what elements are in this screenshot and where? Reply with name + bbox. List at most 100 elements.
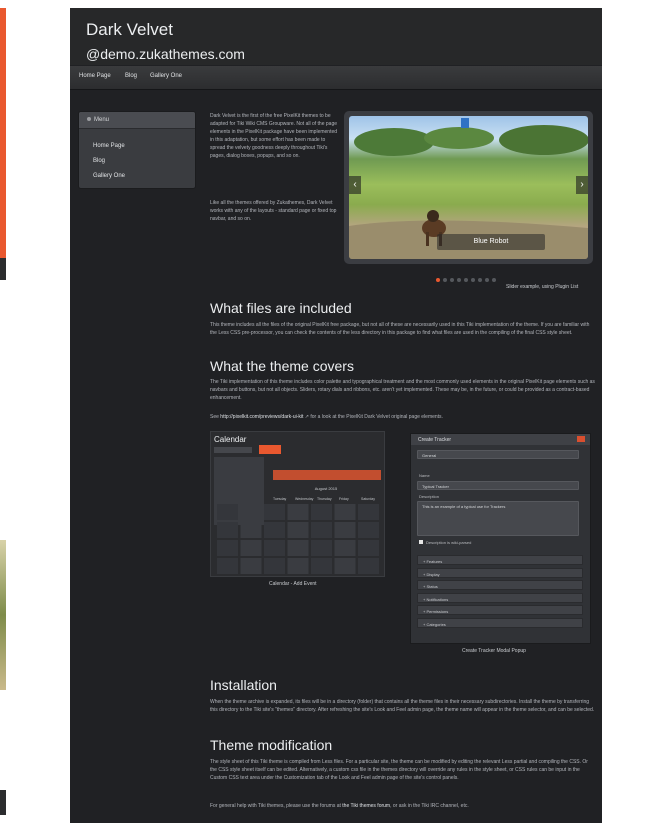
intro-paragraph-2: Like all the themes offered by Zukatheme… <box>210 200 337 222</box>
calendar-weekday-label: Tuesday <box>273 497 287 501</box>
left-accent-strip <box>0 8 6 258</box>
see-suffix: for a look at the PixelKit Dark Velvet o… <box>308 414 443 420</box>
pixelkit-link[interactable]: http://pixelkit.com/previews/dark-ui-kit <box>220 414 303 420</box>
calendar-day-cell[interactable] <box>334 558 356 574</box>
calendar-day-cell[interactable] <box>358 558 379 574</box>
calendar-day-cell[interactable] <box>287 522 309 538</box>
site-title[interactable]: Dark Velvet <box>86 20 173 40</box>
menu-item-gallery-one[interactable]: Gallery One <box>93 173 125 179</box>
theme-page: Dark Velvet @demo.zukathemes.com Home Pa… <box>70 8 602 823</box>
calendar-day-cell[interactable] <box>358 540 379 556</box>
calendar-caption: Calendar - Add Event <box>269 581 317 587</box>
heading-theme-modification: Theme modification <box>210 737 333 753</box>
calendar-day-cell[interactable] <box>240 522 262 538</box>
slider-dot[interactable] <box>464 278 468 282</box>
menu-item-home-page[interactable]: Home Page <box>93 143 125 149</box>
create-tracker-modal: Create Tracker General Name Typical Trac… <box>410 433 591 644</box>
tracker-section-display[interactable]: + Display <box>417 567 583 578</box>
calendar-day-cell[interactable] <box>287 558 309 574</box>
tracker-section-categories[interactable]: + Categories <box>417 617 583 628</box>
menu-toggle-icon <box>87 117 91 121</box>
calendar-day-cell[interactable] <box>334 504 356 520</box>
calendar-day-cell[interactable] <box>311 540 332 556</box>
calendar-day-cell[interactable] <box>217 504 238 520</box>
help-suffix: , or ask in the Tiki IRC channel, etc. <box>390 803 469 809</box>
calendar-day-cell[interactable] <box>217 522 238 538</box>
nav-blog[interactable]: Blog <box>125 73 137 79</box>
tracker-section-status[interactable]: + Status <box>417 580 583 590</box>
help-prefix: For general help with Tiki themes, pleas… <box>210 803 343 809</box>
slider-dot[interactable] <box>478 278 482 282</box>
calendar-weekday-label: Friday <box>339 497 349 501</box>
slide-caption: Blue Robot <box>437 234 545 250</box>
calendar-weekday-label: Thursday <box>317 497 332 501</box>
slider-next-arrow[interactable]: › <box>576 176 588 194</box>
calendar-grid: Tuesday Wednesday Thursday Friday Saturday <box>217 497 379 574</box>
calendar-day-cell[interactable] <box>264 504 285 520</box>
calendar-day-cell[interactable] <box>334 522 356 538</box>
left-dark-strip-bottom <box>0 790 6 815</box>
image-slider: ‹ › Blue Robot <box>344 111 593 264</box>
calendar-day-cell[interactable] <box>358 504 379 520</box>
tracker-tab-general[interactable]: General <box>417 450 579 459</box>
calendar-day-cell[interactable] <box>287 504 309 520</box>
menu-title: Menu <box>94 117 110 123</box>
nav-gallery-one[interactable]: Gallery One <box>150 73 182 79</box>
calendar-day-cell[interactable] <box>217 540 238 556</box>
calendar-day-cell[interactable] <box>240 504 262 520</box>
calendar-day-cell[interactable] <box>240 558 262 574</box>
calendar-day-cell[interactable] <box>287 540 309 556</box>
calendar-day-cell[interactable] <box>217 558 238 574</box>
calendar-day-cell[interactable] <box>311 504 332 520</box>
calendar-day-cell[interactable] <box>334 540 356 556</box>
calendar-day-cell[interactable] <box>264 558 285 574</box>
slider-pagination <box>436 269 499 282</box>
menu-item-blog[interactable]: Blog <box>93 158 105 164</box>
slide-image: ‹ › Blue Robot <box>349 116 588 259</box>
tracker-name-label: Name <box>419 473 430 478</box>
site-subtitle: @demo.zukathemes.com <box>86 46 245 62</box>
slider-dot[interactable] <box>450 278 454 282</box>
slider-dot[interactable] <box>443 278 447 282</box>
calendar-day-cell[interactable] <box>264 522 285 538</box>
wiki-parsed-label: Description is wiki-parsed <box>426 540 472 545</box>
intro-paragraph-1: Dark Velvet is the first of the free Pix… <box>210 113 338 159</box>
tracker-name-input[interactable]: Typical Tracker <box>417 481 579 490</box>
slider-dot[interactable] <box>471 278 475 282</box>
calendar-day-cell[interactable] <box>264 540 285 556</box>
help-line: For general help with Tiki themes, pleas… <box>210 802 595 810</box>
slider-dot[interactable] <box>436 278 440 282</box>
heading-theme-covers: What the theme covers <box>210 358 354 374</box>
slider-dot[interactable] <box>492 278 496 282</box>
calendar-day-cell[interactable] <box>358 522 379 538</box>
tracker-caption: Create Tracker Modal Popup <box>462 648 526 654</box>
slider-dot[interactable] <box>485 278 489 282</box>
nav-home-page[interactable]: Home Page <box>79 73 111 79</box>
calendar-weekday-label: Wednesday <box>295 497 314 501</box>
theme-modification-text: The style sheet of this Tiki theme is co… <box>210 759 588 781</box>
calendar-day-cell[interactable] <box>311 522 332 538</box>
calendar-day-cell[interactable] <box>311 558 332 574</box>
wiki-parsed-checkbox[interactable] <box>419 540 423 544</box>
slider-dot[interactable] <box>457 278 461 282</box>
tracker-modal-title: Create Tracker <box>411 434 590 445</box>
side-menu: Menu Home Page Blog Gallery One <box>78 111 196 189</box>
calendar-screenshot: Calendar August 2015 Tuesday Wednesday Thu… <box>210 431 385 577</box>
slider-prev-arrow[interactable]: ‹ <box>349 176 361 194</box>
tracker-section-permissions[interactable]: + Permissions <box>417 605 583 615</box>
theme-covers-text: The Tiki implementation of this theme in… <box>210 379 595 401</box>
left-dark-strip <box>0 258 6 280</box>
heading-installation: Installation <box>210 677 277 693</box>
tracker-section-notifications[interactable]: + Notifications <box>417 592 583 603</box>
tracker-close-button[interactable] <box>577 436 585 442</box>
tracker-section-features[interactable]: + Features <box>417 555 583 565</box>
files-included-text: This theme includes all the files of the… <box>210 322 590 336</box>
calendar-day-cell[interactable] <box>240 540 262 556</box>
menu-header[interactable]: Menu <box>79 112 195 129</box>
tracker-description-input[interactable]: This is an example of a typical use for … <box>417 501 579 536</box>
tracker-description-label: Description <box>419 494 440 499</box>
calendar-weekday-label: Saturday <box>361 497 375 501</box>
tiki-themes-forum-link[interactable]: the Tiki themes forum <box>342 803 390 809</box>
see-pixelkit-line: See http://pixelkit.com/previews/dark-ui… <box>210 413 595 421</box>
left-image-strip <box>0 540 6 690</box>
